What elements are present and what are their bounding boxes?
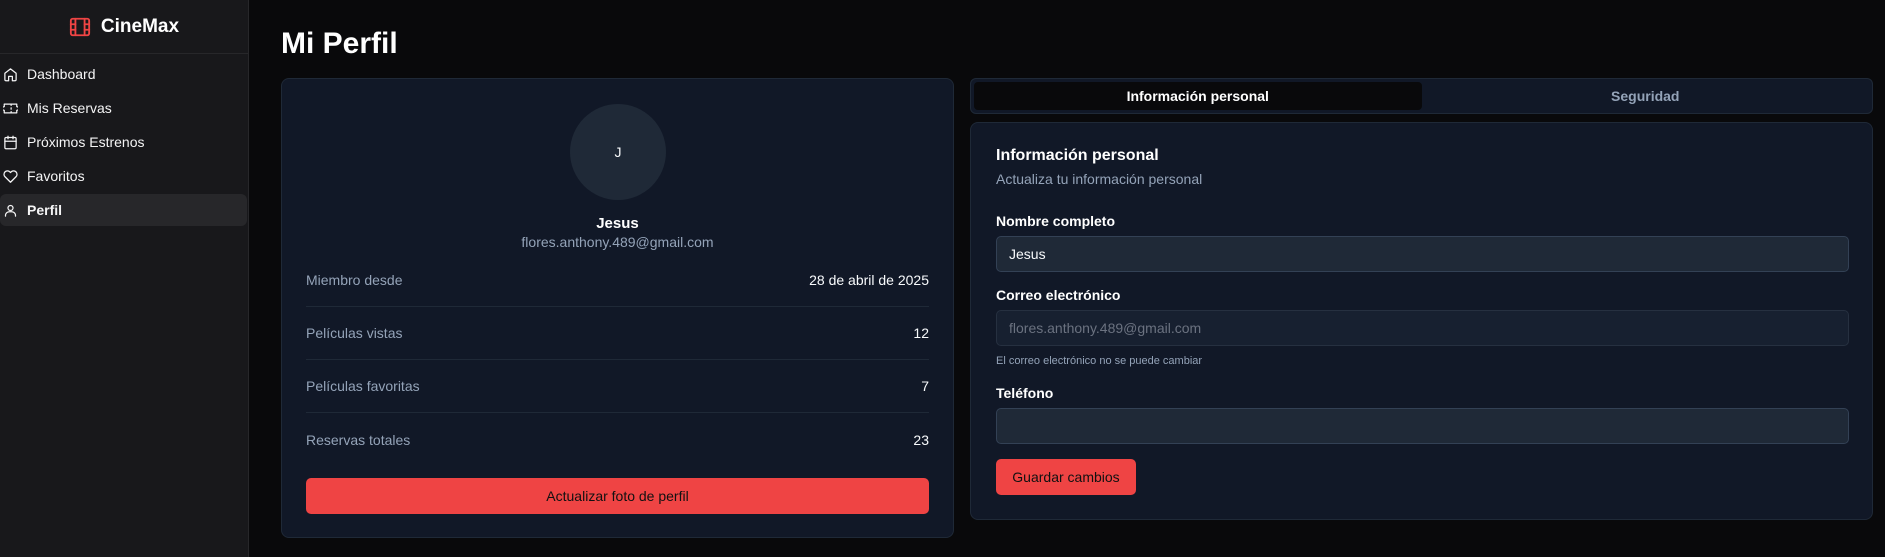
email-hint: El correo electrónico no se puede cambia… — [996, 355, 1203, 367]
sidebar-item-label: Próximos Estrenos — [27, 134, 145, 150]
stat-value: 23 — [913, 431, 929, 448]
sidebar-item-proximos-estrenos[interactable]: Próximos Estrenos — [0, 126, 247, 158]
stat-value: 12 — [913, 325, 929, 341]
sidebar-item-label: Dashboard — [27, 66, 96, 82]
form-title: Información personal — [996, 147, 1159, 164]
stat-row-movies-watched: Películas vistas 12 — [306, 307, 929, 360]
user-icon — [4, 204, 17, 217]
stat-value: 28 de abril de 2025 — [809, 272, 929, 288]
ticket-icon — [3, 103, 18, 113]
tab-personal-info[interactable]: Información personal — [974, 82, 1422, 110]
stat-label: Películas favoritas — [306, 378, 420, 394]
phone-label: Teléfono — [996, 385, 1054, 401]
tab-security[interactable]: Seguridad — [1422, 82, 1870, 110]
personal-info-form: Información personal Actualiza tu inform… — [970, 122, 1873, 520]
form-subtitle: Actualiza tu información personal — [996, 171, 1203, 187]
name-field[interactable]: Jesus — [996, 236, 1849, 272]
email-field[interactable]: flores.anthony.489@gmail.com — [996, 310, 1849, 346]
save-button[interactable]: Guardar cambios — [996, 459, 1136, 495]
profile-tabs: Información personal Seguridad — [970, 78, 1873, 114]
film-icon — [69, 17, 91, 36]
avatar: J — [570, 104, 666, 200]
stat-label: Películas vistas — [306, 325, 403, 341]
sidebar-item-mis-reservas[interactable]: Mis Reservas — [0, 92, 247, 124]
sidebar-item-label: Favoritos — [27, 168, 85, 184]
sidebar-item-dashboard[interactable]: Dashboard — [0, 58, 247, 90]
sidebar-item-favoritos[interactable]: Favoritos — [0, 160, 247, 192]
sidebar-nav: Dashboard Mis Reservas Próximos Estrenos — [0, 54, 248, 226]
sidebar-item-perfil[interactable]: Perfil — [0, 194, 247, 226]
profile-email: flores.anthony.489@gmail.com — [521, 234, 714, 250]
phone-field[interactable] — [996, 408, 1849, 444]
calendar-icon — [4, 135, 17, 149]
stat-row-member-since: Miembro desde 28 de abril de 2025 — [306, 254, 929, 307]
profile-name: Jesus — [596, 215, 639, 232]
sidebar-item-label: Perfil — [27, 202, 63, 218]
sidebar-item-label: Mis Reservas — [27, 100, 112, 116]
stat-value: 7 — [921, 378, 929, 394]
heart-icon — [3, 169, 18, 183]
page-title: Mi Perfil — [281, 27, 398, 60]
profile-stats: Miembro desde 28 de abril de 2025 Pelícu… — [306, 254, 929, 466]
stat-label: Reservas totales — [306, 431, 411, 448]
update-photo-button[interactable]: Actualizar foto de perfil — [306, 478, 929, 514]
home-icon — [4, 67, 17, 81]
email-label: Correo electrónico — [996, 287, 1121, 303]
name-label: Nombre completo — [996, 213, 1116, 229]
stat-row-total-reservations: Reservas totales 23 — [306, 413, 929, 466]
stat-row-favorite-movies: Películas favoritas 7 — [306, 360, 929, 413]
sidebar: CineMax Dashboard Mis Reservas Próximos … — [0, 0, 249, 557]
stat-label: Miembro desde — [306, 272, 403, 288]
app-name: CineMax — [100, 15, 180, 37]
app-logo[interactable]: CineMax — [0, 0, 248, 54]
profile-card: J Jesus flores.anthony.489@gmail.com Mie… — [281, 78, 954, 538]
